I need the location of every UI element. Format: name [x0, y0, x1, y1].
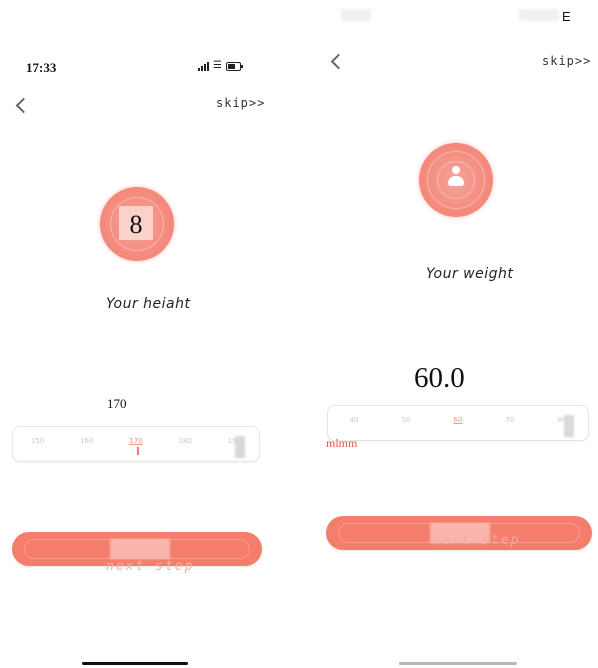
height-ruler[interactable]: 150 160 170 180 190 — [12, 426, 260, 462]
weight-ruler-tick: 70 — [505, 416, 515, 424]
weight-unit-label: mlmm — [326, 436, 358, 450]
skip-link[interactable]: skip>> — [216, 96, 265, 110]
chevron-left-icon[interactable] — [330, 53, 347, 70]
height-ruler-tick: 150 — [30, 437, 45, 445]
signal-icon — [198, 61, 209, 71]
chevron-left-icon[interactable] — [15, 97, 32, 114]
height-value: 170 — [107, 396, 127, 411]
height-title: Your heiaht — [106, 296, 191, 312]
faded-status-right — [519, 9, 559, 21]
status-time: 17:33 — [26, 60, 57, 75]
person-icon — [446, 166, 466, 188]
next-step-button-label: next step — [432, 533, 521, 548]
height-ruler-indicator — [137, 447, 139, 455]
height-ruler-tick: 160 — [80, 437, 94, 445]
weight-value: 60.0 — [414, 362, 465, 394]
home-indicator — [399, 662, 517, 665]
status-icons: ☰ — [198, 60, 243, 71]
next-step-button-label: next step — [106, 559, 195, 574]
wifi-icon: ☰ — [213, 60, 222, 71]
weight-screen: E skip>> Your weight 60.0 40 50 60 70 80… — [299, 0, 598, 668]
weight-ruler[interactable]: 40 50 60 70 80 — [327, 405, 589, 441]
skip-link[interactable]: skip>> — [542, 54, 591, 68]
ruler-scroll-handle[interactable] — [564, 415, 574, 437]
weight-ruler-tick: 40 — [349, 416, 359, 424]
height-avatar-glyph: 8 — [119, 206, 153, 240]
weight-ruler-tick-selected: 60 — [453, 416, 463, 424]
height-ruler-tick: 180 — [178, 437, 192, 445]
faded-status-left — [341, 9, 371, 21]
height-screen: 17:33 ☰ skip>> 8 Your heiaht 170 150 160… — [0, 0, 299, 668]
top-letter: E — [562, 9, 571, 24]
battery-icon — [225, 61, 243, 71]
home-indicator — [82, 662, 188, 665]
height-ruler-tick-selected: 170 — [129, 437, 143, 445]
weight-ruler-tick: 50 — [401, 416, 411, 424]
weight-title: Your weight — [426, 266, 514, 282]
ruler-scroll-handle[interactable] — [235, 436, 245, 458]
